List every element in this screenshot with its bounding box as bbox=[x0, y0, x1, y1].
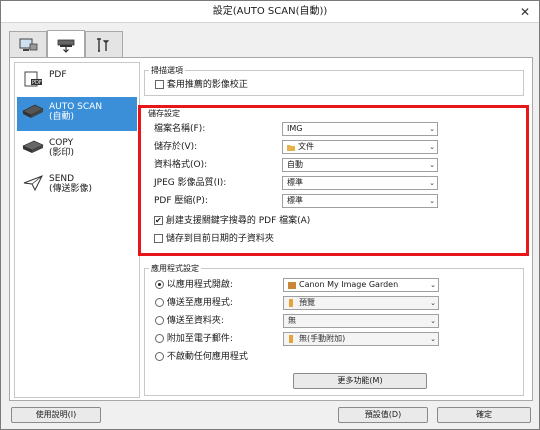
chevron-down-icon: ⌄ bbox=[430, 317, 436, 325]
title-bar: 設定(AUTO SCAN(自動)) ✕ bbox=[1, 1, 539, 23]
scanner-icon bbox=[22, 104, 44, 118]
file-name-value: IMG bbox=[287, 124, 303, 133]
chevron-down-icon: ⌄ bbox=[429, 179, 435, 187]
sidebar-item-label: AUTO SCAN (自動) bbox=[49, 102, 103, 122]
scan-options-section: 掃描選項 套用推薦的影像校正 bbox=[144, 65, 524, 96]
radio-label: 附加至電子郵件: bbox=[166, 334, 233, 344]
radio-label: 以應用程式開啟: bbox=[166, 280, 233, 290]
sidebar-item-send[interactable]: SEND (傳送影像) bbox=[17, 169, 137, 203]
more-functions-button[interactable]: 更多功能(M) bbox=[293, 373, 427, 389]
sidebar-item-copy[interactable]: COPY (影印) bbox=[17, 133, 137, 167]
send-to-folder-radio[interactable]: 傳送至資料夾: bbox=[155, 314, 224, 328]
radio-button[interactable] bbox=[155, 280, 164, 289]
radio-button[interactable] bbox=[155, 352, 164, 361]
radio-label: 傳送至資料夾: bbox=[166, 316, 224, 326]
operation-panel-scan-icon bbox=[57, 39, 75, 53]
attach-email-select[interactable]: 無(手動附加) ⌄ bbox=[283, 332, 439, 346]
close-button[interactable]: ✕ bbox=[517, 4, 533, 20]
save-in-label: 儲存於(V): bbox=[154, 142, 198, 152]
attach-email-value: 無(手動附加) bbox=[299, 334, 346, 343]
subfolder-checkbox[interactable]: 儲存到目前日期的子資料夾 bbox=[154, 232, 274, 246]
save-in-select[interactable]: 文件 ⌄ bbox=[282, 140, 438, 154]
pdf-compression-select[interactable]: 標準 ⌄ bbox=[282, 194, 438, 208]
send-to-app-select[interactable]: 預覽 ⌄ bbox=[283, 296, 439, 310]
copy-icon bbox=[22, 140, 44, 153]
file-name-label: 檔案名稱(F): bbox=[154, 124, 206, 134]
send-to-app-radio[interactable]: 傳送至應用程式: bbox=[155, 296, 233, 310]
sidebar-item-label: SEND (傳送影像) bbox=[49, 174, 93, 194]
send-icon bbox=[23, 175, 44, 192]
radio-label: 不啟動任何應用程式 bbox=[166, 352, 248, 362]
checkbox-label: 儲存到目前日期的子資料夾 bbox=[165, 234, 274, 244]
section-title: 掃描選項 bbox=[149, 65, 185, 76]
radio-button[interactable] bbox=[155, 334, 164, 343]
send-to-app-value: 預覽 bbox=[299, 298, 315, 307]
radio-button[interactable] bbox=[155, 298, 164, 307]
tab-scan-from-computer[interactable] bbox=[9, 31, 47, 58]
data-format-value: 自動 bbox=[287, 160, 303, 169]
file-name-input[interactable]: IMG ⌄ bbox=[282, 122, 438, 136]
chevron-down-icon: ⌄ bbox=[430, 335, 436, 343]
data-format-label: 資料格式(O): bbox=[154, 160, 208, 170]
window-title: 設定(AUTO SCAN(自動)) bbox=[212, 6, 328, 17]
chevron-down-icon: ⌄ bbox=[430, 281, 436, 289]
checkbox-box[interactable] bbox=[155, 80, 164, 89]
open-with-select[interactable]: Canon My Image Garden ⌄ bbox=[283, 278, 439, 292]
section-title: 應用程式設定 bbox=[149, 263, 201, 274]
folder-icon bbox=[288, 334, 296, 343]
radio-label: 傳送至應用程式: bbox=[166, 298, 233, 308]
folder-icon bbox=[287, 143, 295, 151]
tab-scan-from-operation-panel[interactable] bbox=[47, 30, 85, 58]
folder-icon bbox=[288, 298, 296, 307]
settings-panel: PDF PDF AUTO SCAN (自動) COPY (影印) SEND (傳… bbox=[9, 57, 533, 401]
app-icon bbox=[288, 281, 296, 289]
checkbox-label: 創建支援關鍵字搜尋的 PDF 檔案(A) bbox=[165, 216, 311, 226]
chevron-down-icon: ⌄ bbox=[429, 143, 435, 151]
section-title: 儲存設定 bbox=[148, 109, 180, 118]
sidebar-item-label: COPY (影印) bbox=[49, 138, 75, 158]
defaults-button[interactable]: 預設值(D) bbox=[338, 407, 428, 423]
searchable-pdf-checkbox[interactable]: 創建支援關鍵字搜尋的 PDF 檔案(A) bbox=[154, 214, 310, 228]
chevron-down-icon: ⌄ bbox=[429, 125, 435, 133]
sidebar-item-pdf[interactable]: PDF PDF bbox=[17, 65, 137, 95]
checkbox-label: 套用推薦的影像校正 bbox=[166, 80, 248, 90]
jpeg-quality-label: JPEG 影像品質(I): bbox=[154, 178, 227, 188]
tools-icon bbox=[97, 38, 109, 52]
checkbox-box[interactable] bbox=[154, 234, 163, 243]
computer-scan-icon bbox=[19, 38, 38, 51]
open-with-value: Canon My Image Garden bbox=[299, 280, 399, 289]
pdf-compression-value: 標準 bbox=[287, 196, 303, 205]
no-app-radio[interactable]: 不啟動任何應用程式 bbox=[155, 350, 248, 364]
open-with-radio[interactable]: 以應用程式開啟: bbox=[155, 278, 233, 292]
scan-type-list: PDF PDF AUTO SCAN (自動) COPY (影印) SEND (傳… bbox=[14, 62, 140, 398]
help-button[interactable]: 使用說明(I) bbox=[11, 407, 101, 423]
sidebar-item-auto-scan[interactable]: AUTO SCAN (自動) bbox=[17, 97, 137, 131]
checkbox-box[interactable] bbox=[154, 214, 163, 228]
settings-dialog: 設定(AUTO SCAN(自動)) ✕ PDF PDF AUTO SCAN (自… bbox=[0, 0, 540, 430]
radio-button[interactable] bbox=[155, 316, 164, 325]
send-to-folder-value: 無 bbox=[288, 316, 296, 325]
chevron-down-icon: ⌄ bbox=[429, 161, 435, 169]
svg-text:PDF: PDF bbox=[32, 80, 42, 86]
sidebar-item-label: PDF bbox=[49, 70, 67, 80]
attach-email-radio[interactable]: 附加至電子郵件: bbox=[155, 332, 233, 346]
apply-correction-checkbox[interactable]: 套用推薦的影像校正 bbox=[155, 78, 248, 92]
ok-button[interactable]: 確定 bbox=[437, 407, 531, 423]
data-format-select[interactable]: 自動 ⌄ bbox=[282, 158, 438, 172]
pdf-compression-label: PDF 壓縮(P): bbox=[154, 196, 208, 206]
send-to-folder-select[interactable]: 無 ⌄ bbox=[283, 314, 439, 328]
save-settings-section: 儲存設定 檔案名稱(F): IMG ⌄ 儲存於(V): 文件 ⌄ 資料格式(O)… bbox=[144, 109, 524, 252]
save-in-value: 文件 bbox=[298, 142, 314, 151]
chevron-down-icon: ⌄ bbox=[429, 197, 435, 205]
chevron-down-icon: ⌄ bbox=[430, 299, 436, 307]
pdf-icon: PDF bbox=[24, 71, 42, 87]
tab-general-settings[interactable] bbox=[85, 31, 123, 58]
jpeg-quality-value: 標準 bbox=[287, 178, 303, 187]
jpeg-quality-select[interactable]: 標準 ⌄ bbox=[282, 176, 438, 190]
application-settings-section: 應用程式設定 以應用程式開啟: Canon My Image Garden ⌄ … bbox=[144, 263, 524, 396]
